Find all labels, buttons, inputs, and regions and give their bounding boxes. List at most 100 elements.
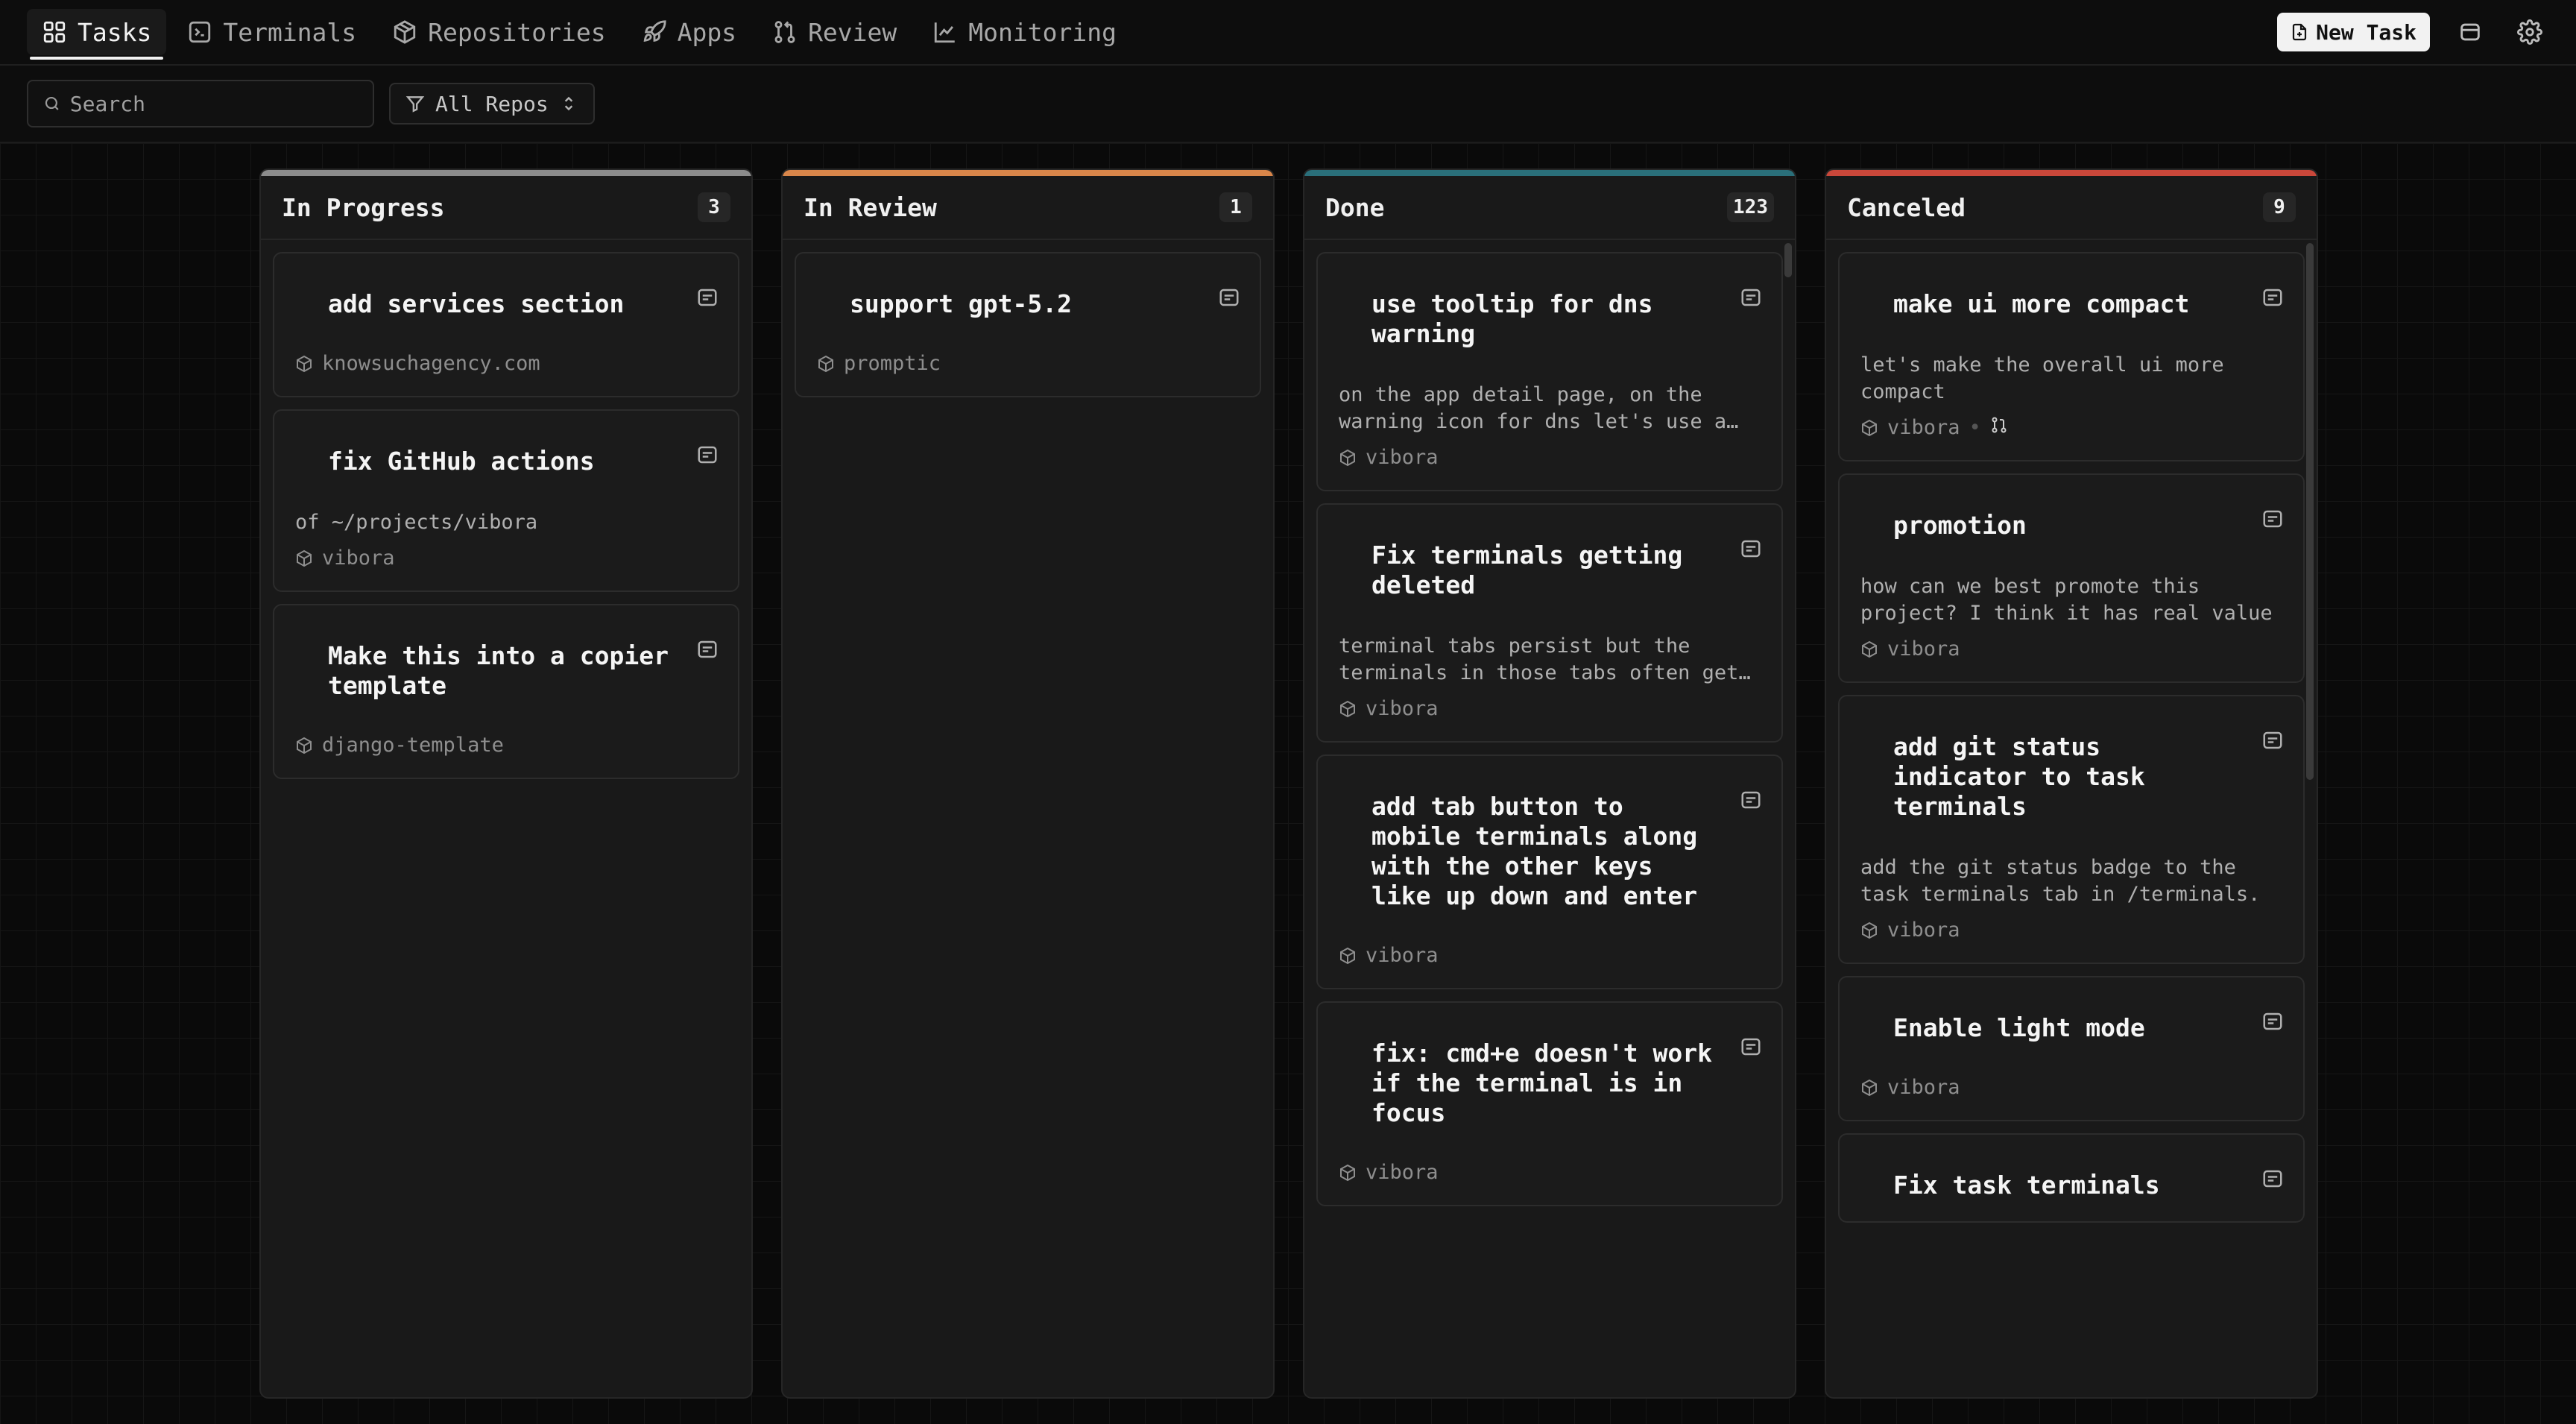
task-card-title: Make this into a copier template [328, 641, 669, 700]
task-card-title: fix: cmd+e doesn't work if the terminal … [1371, 1039, 1712, 1127]
task-card-repo: vibora [1860, 637, 2282, 661]
task-card-repo-name: django-template [322, 734, 504, 757]
panel-icon [2460, 23, 2480, 41]
search-box[interactable] [27, 80, 374, 127]
task-card-repo: vibora [1339, 944, 1761, 967]
task-card[interactable]: add services section knowsuchagency.com [273, 252, 739, 397]
task-detail-button[interactable] [1740, 286, 1762, 309]
task-terminal-icon [2263, 289, 2282, 306]
task-terminal-icon [1219, 289, 1239, 306]
task-card[interactable]: make ui more compact let's make the over… [1838, 252, 2305, 461]
nav-tab-monitoring[interactable]: Monitoring [918, 9, 1131, 55]
column-header: Canceled 9 [1826, 176, 2317, 240]
task-card-title: make ui more compact [1893, 289, 2190, 318]
nav-tab-tasks[interactable]: Tasks [27, 9, 167, 60]
task-card-description: add the git status badge to the task ter… [1860, 856, 2261, 906]
task-card-repo-name: vibora [1887, 416, 1960, 439]
column-accent-bar [1304, 170, 1795, 176]
column-card-list[interactable]: support gpt-5.2 promptic [783, 240, 1273, 397]
task-card-repo: knowsuchagency.com [295, 352, 717, 375]
task-detail-button[interactable] [2261, 508, 2284, 530]
column-title: In Progress [282, 192, 445, 222]
nav-tab-review[interactable]: Review [757, 9, 912, 55]
task-card-description: let's make the overall ui more compact [1860, 353, 2224, 403]
search-icon [45, 96, 59, 110]
task-card-repo: vibora [1339, 697, 1761, 720]
task-card-repo: vibora • [1860, 416, 2282, 439]
nav-tab-repositories[interactable]: Repositories [377, 9, 620, 55]
package-icon [297, 355, 312, 372]
task-card[interactable]: use tooltip for dns warning on the app d… [1316, 252, 1783, 491]
task-card-repo: django-template [295, 734, 717, 757]
task-card[interactable]: fix: cmd+e doesn't work if the terminal … [1316, 1001, 1783, 1206]
task-card-repo-name: vibora [1887, 1076, 1960, 1099]
new-task-button[interactable]: New Task [2277, 13, 2430, 51]
task-card[interactable]: support gpt-5.2 promptic [795, 252, 1261, 397]
column-title: Done [1325, 192, 1385, 222]
filter-bar: All Repos [0, 66, 2576, 143]
search-input[interactable] [69, 91, 358, 116]
task-card-description: terminal tabs persist but the terminals … [1339, 634, 1739, 684]
task-terminal-icon [698, 289, 717, 306]
task-card-repo: vibora [1860, 1076, 2282, 1099]
task-card-repo-name: vibora [1366, 446, 1439, 469]
task-card[interactable]: fix GitHub actions of ~/projects/vibora v… [273, 409, 739, 592]
package-icon [297, 549, 312, 567]
repo-filter-select[interactable]: All Repos [389, 83, 595, 125]
task-card[interactable]: Fix task terminals [1838, 1133, 2305, 1223]
task-detail-button[interactable] [1740, 538, 1762, 560]
task-terminal-icon [2263, 1170, 2282, 1188]
gear-icon [2517, 19, 2542, 45]
column-count-badge: 1 [1219, 192, 1252, 222]
task-card-description: on the app detail page, on the warning i… [1339, 383, 1727, 433]
app-root: Tasks Terminals Repositories Apps Review… [0, 0, 2576, 1424]
column-card-list[interactable]: add services section knowsuchagency.com … [261, 240, 751, 779]
panel-toggle-button[interactable] [2451, 13, 2490, 51]
task-detail-button[interactable] [1218, 286, 1240, 309]
package-icon [1862, 419, 1877, 436]
nav-tab-label: Terminals [223, 17, 357, 47]
column-card-list[interactable]: use tooltip for dns warning on the app d… [1304, 240, 1795, 1206]
column-header: In Progress 3 [261, 176, 751, 240]
task-card[interactable]: promotion how can we best promote this p… [1838, 473, 2305, 683]
task-terminal-icon [698, 446, 717, 464]
board-column-in-progress: In Progress 3 add services section knows… [259, 168, 753, 1399]
task-terminal-icon [1741, 791, 1761, 809]
package-icon [1340, 449, 1355, 466]
grid-icon [43, 21, 66, 43]
task-card-repo-name: vibora [322, 546, 395, 570]
task-detail-button[interactable] [2261, 1168, 2284, 1190]
task-detail-button[interactable] [1740, 1036, 1762, 1058]
task-card-repo-name: vibora [1366, 1161, 1439, 1184]
task-card[interactable]: Make this into a copier template django-… [273, 604, 739, 779]
task-card-repo: vibora [1339, 446, 1761, 469]
task-card[interactable]: Fix terminals getting deleted terminal t… [1316, 503, 1783, 743]
task-terminal-icon [2263, 1012, 2282, 1030]
task-detail-button[interactable] [696, 286, 719, 309]
column-accent-bar [261, 170, 751, 176]
task-detail-button[interactable] [2261, 729, 2284, 752]
rocket-icon [643, 20, 666, 42]
task-card-repo-name: vibora [1366, 697, 1439, 720]
nav-tab-terminals[interactable]: Terminals [172, 9, 371, 55]
column-card-list[interactable]: make ui more compact let's make the over… [1826, 240, 2317, 1223]
task-detail-button[interactable] [1740, 789, 1762, 811]
task-detail-button[interactable] [2261, 1010, 2284, 1033]
task-detail-button[interactable] [2261, 286, 2284, 309]
task-terminal-icon [2263, 510, 2282, 528]
settings-button[interactable] [2510, 13, 2549, 51]
nav-tab-label: Review [808, 17, 897, 47]
board-column-canceled: Canceled 9 make ui more compact let's ma… [1825, 168, 2318, 1399]
task-card[interactable]: add tab button to mobile terminals along… [1316, 754, 1783, 989]
task-card[interactable]: add git status indicator to task termina… [1838, 695, 2305, 964]
task-detail-button[interactable] [696, 638, 719, 661]
task-detail-button[interactable] [696, 444, 719, 466]
nav-tab-label: Monitoring [968, 17, 1117, 47]
task-card[interactable]: Enable light mode vibora [1838, 976, 2305, 1121]
task-card-title: promotion [1893, 511, 2027, 540]
nav-tab-apps[interactable]: Apps [627, 9, 751, 55]
column-scrollbar[interactable] [1784, 243, 1792, 277]
nav-tab-label: Tasks [78, 17, 152, 47]
task-terminal-icon [1741, 540, 1761, 558]
column-scrollbar[interactable] [2306, 243, 2314, 780]
